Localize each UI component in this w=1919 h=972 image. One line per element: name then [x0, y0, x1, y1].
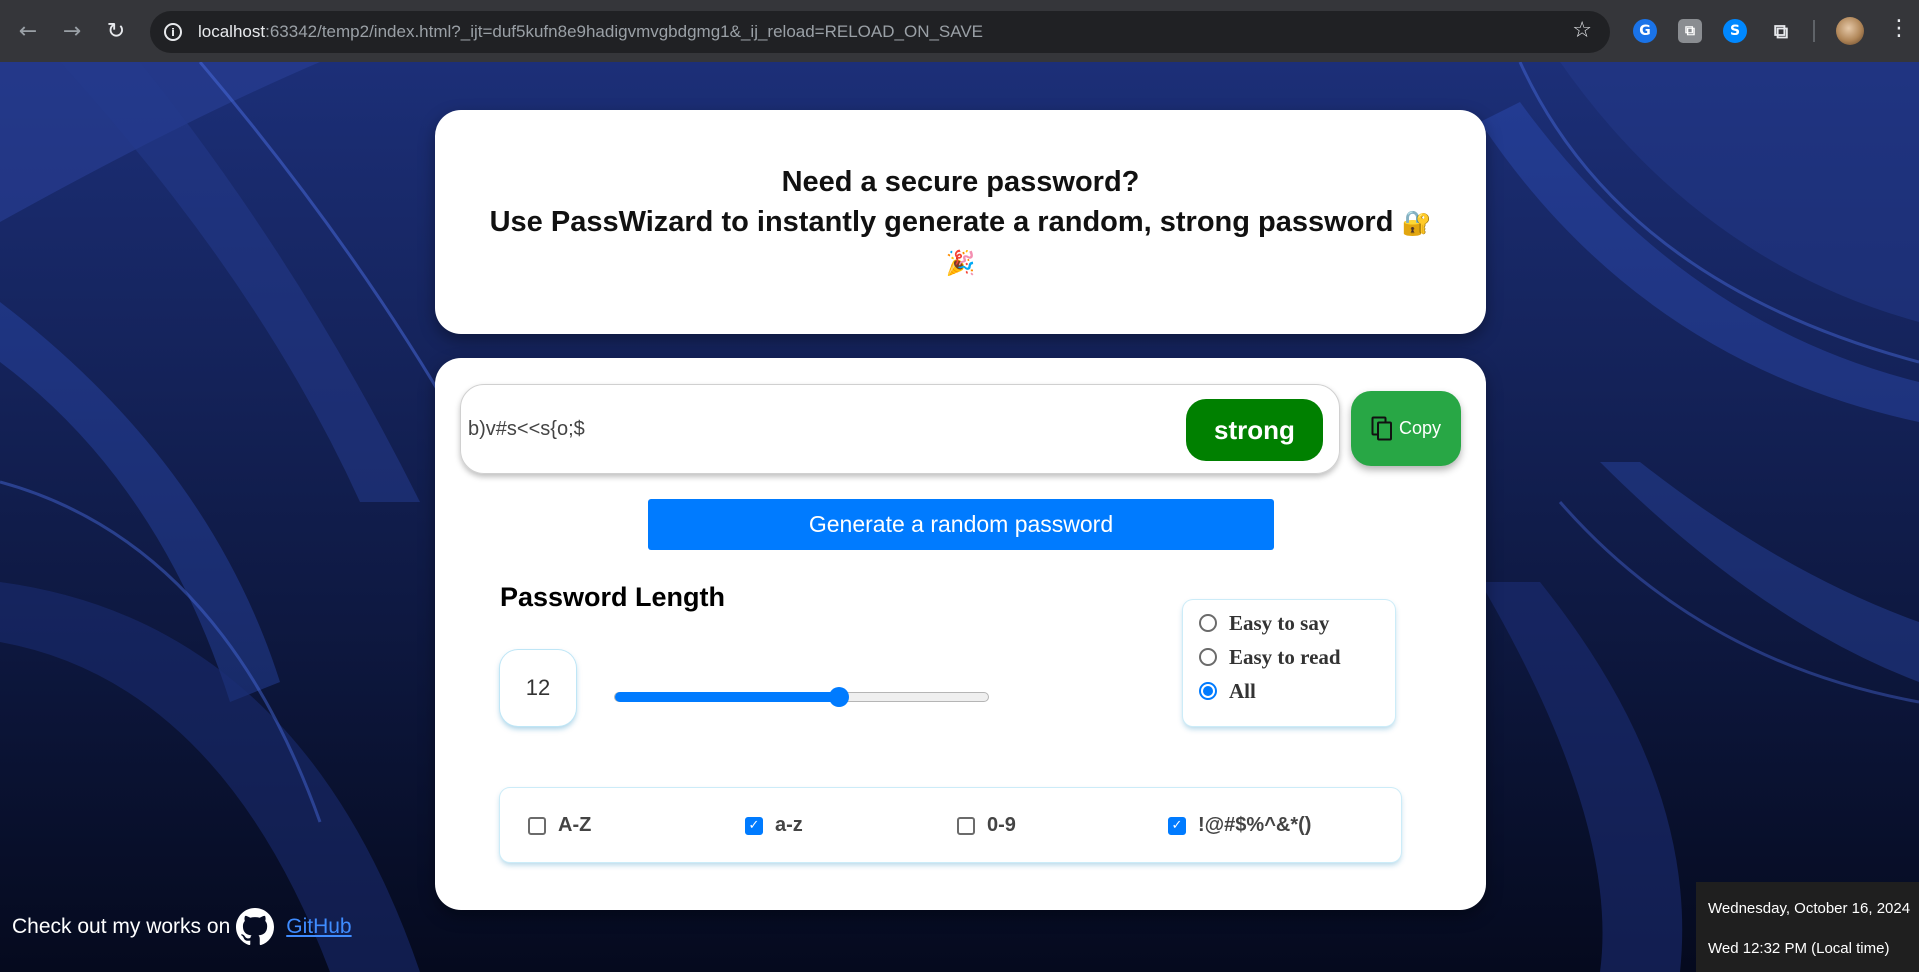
mode-label: Easy to read: [1229, 644, 1341, 669]
url-text[interactable]: localhost:63342/temp2/index.html?_ijt=du…: [198, 22, 983, 42]
option-uppercase[interactable]: A-Z: [528, 814, 591, 837]
more-menu-icon[interactable]: ⋮: [1888, 16, 1910, 41]
mode-easy-to-read[interactable]: Easy to read: [1199, 645, 1341, 669]
password-value[interactable]: b)v#s<<s{o;$: [468, 418, 585, 441]
site-info-icon[interactable]: i: [164, 23, 182, 41]
intro-line-2: Use PassWizard to instantly generate a r…: [435, 202, 1486, 243]
forward-arrow-icon[interactable]: →: [50, 0, 94, 62]
mode-easy-to-say[interactable]: Easy to say: [1199, 611, 1329, 635]
checkbox-symbols[interactable]: ✓: [1168, 816, 1186, 835]
option-digits[interactable]: 0-9: [957, 814, 1016, 837]
checkbox-uppercase[interactable]: [528, 816, 546, 835]
option-label: !@#$%^&*(): [1198, 814, 1312, 836]
intro-line-2-text: Use PassWizard to instantly generate a r…: [489, 206, 1394, 238]
reload-icon[interactable]: ↻: [94, 0, 138, 62]
length-value-box[interactable]: 12: [500, 650, 576, 726]
clock-time: Wed 12:32 PM (Local time): [1708, 940, 1890, 957]
radio-all[interactable]: [1199, 682, 1217, 700]
address-bar[interactable]: i localhost:63342/temp2/index.html?_ijt=…: [150, 11, 1610, 53]
strength-badge: strong: [1186, 399, 1323, 461]
mode-all[interactable]: All: [1199, 679, 1256, 703]
party-emoji-icon: 🎉: [945, 249, 976, 277]
generate-button[interactable]: Generate a random password: [648, 499, 1274, 550]
profile-avatar[interactable]: [1836, 17, 1864, 45]
character-options: A-Z ✓ a-z 0-9 ✓ !@#$%^&*(): [500, 788, 1401, 862]
option-label: 0-9: [987, 814, 1016, 836]
option-lowercase[interactable]: ✓ a-z: [745, 814, 803, 837]
footer-text: Check out my works on: [12, 915, 231, 938]
back-arrow-icon[interactable]: ←: [6, 0, 50, 62]
generator-card: b)v#s<<s{o;$ strong Copy Generate a rand…: [435, 358, 1486, 910]
clock-date: Wednesday, October 16, 2024: [1708, 900, 1911, 917]
puzzle-icon[interactable]: ⧉: [1769, 19, 1793, 43]
length-slider[interactable]: [614, 687, 989, 707]
option-label: A-Z: [558, 814, 592, 836]
mode-selector: Easy to say Easy to read All: [1183, 600, 1395, 726]
grammarly-icon[interactable]: G: [1633, 19, 1657, 43]
option-symbols[interactable]: ✓ !@#$%^&*(): [1168, 814, 1311, 837]
system-clock-tooltip: Wednesday, October 16, 2024 Wed 12:32 PM…: [1696, 882, 1919, 972]
mode-label: All: [1229, 678, 1256, 703]
github-link[interactable]: GitHub: [286, 915, 351, 939]
lock-emoji-icon: 🔐: [1401, 209, 1432, 237]
url-path: :63342/temp2/index.html?_ijt=duf5kufn8e9…: [265, 22, 984, 41]
length-slider-thumb[interactable]: [828, 687, 849, 707]
url-host: localhost: [198, 22, 266, 41]
footer: Check out my works on GitHub: [12, 908, 352, 946]
radio-easy-to-say[interactable]: [1199, 614, 1217, 632]
github-icon[interactable]: [236, 908, 275, 946]
mode-label: Easy to say: [1229, 610, 1330, 635]
browser-toolbar: ← → ↻ i localhost:63342/temp2/index.html…: [0, 0, 1919, 62]
copy-label: Copy: [1398, 418, 1442, 438]
extension-icon[interactable]: ⧉: [1678, 19, 1702, 43]
bookmark-star-icon[interactable]: ☆: [1572, 18, 1592, 43]
toolbar-divider: [1813, 20, 1815, 42]
intro-headline: Need a secure password? Use PassWizard t…: [435, 162, 1486, 283]
checkbox-digits[interactable]: [957, 816, 975, 835]
copy-icon: [1371, 416, 1392, 440]
length-title: Password Length: [500, 582, 726, 612]
checkbox-lowercase[interactable]: ✓: [745, 816, 763, 835]
radio-easy-to-read[interactable]: [1199, 648, 1217, 666]
shazam-icon[interactable]: S: [1723, 19, 1747, 43]
intro-line-1: Need a secure password?: [781, 166, 1140, 198]
option-label: a-z: [775, 814, 803, 836]
intro-card: Need a secure password? Use PassWizard t…: [435, 110, 1486, 334]
copy-button[interactable]: Copy: [1351, 391, 1461, 466]
password-display[interactable]: b)v#s<<s{o;$ strong: [460, 384, 1340, 474]
length-slider-fill: [615, 692, 839, 702]
